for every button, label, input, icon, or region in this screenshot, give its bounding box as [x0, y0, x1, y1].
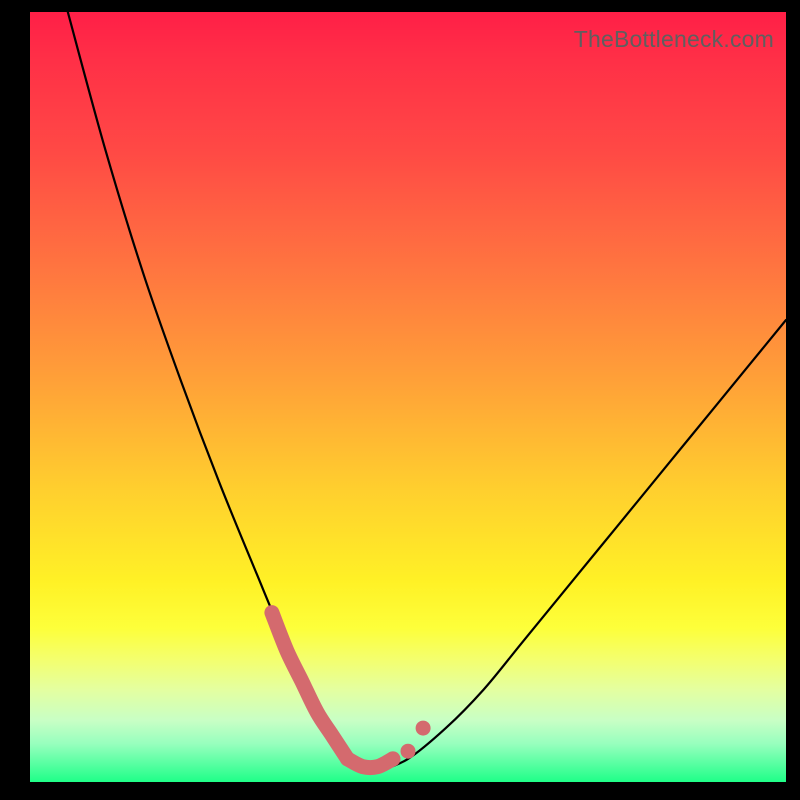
bottleneck-curve: [68, 12, 786, 772]
highlight-markers: [272, 613, 431, 768]
chart-area: TheBottleneck.com: [30, 12, 786, 782]
chart-svg: [30, 12, 786, 782]
